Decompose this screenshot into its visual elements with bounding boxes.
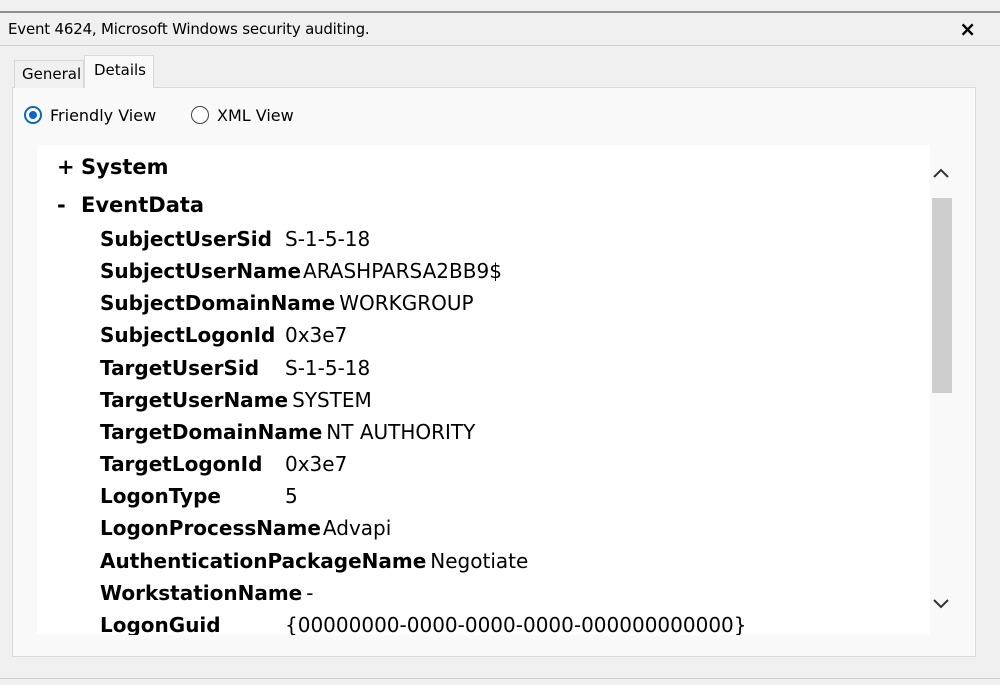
- eventdata-row: SubjectUserName ARASHPARSA2BB9$: [100, 259, 502, 287]
- field-key: TargetUserName: [100, 388, 289, 412]
- eventdata-row: LogonType 5: [100, 484, 298, 512]
- field-value: ARASHPARSA2BB9$: [303, 259, 502, 283]
- field-value: Advapi: [322, 516, 392, 540]
- radio-checked-icon[interactable]: [24, 106, 42, 124]
- field-key: TargetLogonId: [100, 452, 263, 476]
- field-key: WorkstationName: [100, 581, 303, 605]
- xml-view-radio[interactable]: XML View: [191, 104, 294, 126]
- tab-details-label: Details: [94, 61, 147, 79]
- field-key: SubjectUserName: [100, 259, 302, 283]
- field-key: SubjectUserSid: [100, 227, 272, 251]
- friendly-view-label: Friendly View: [50, 105, 157, 125]
- scrollbar-thumb[interactable]: [932, 198, 952, 393]
- field-value: SYSTEM: [292, 388, 372, 412]
- field-key: AuthenticationPackageName: [100, 549, 427, 573]
- eventdata-row: TargetUserSid S-1-5-18: [100, 356, 370, 384]
- field-key: TargetUserSid: [100, 356, 260, 380]
- friendly-view-radio[interactable]: Friendly View: [24, 104, 156, 126]
- field-value: NT AUTHORITY: [326, 420, 476, 444]
- field-value: 5: [285, 484, 298, 508]
- field-value: Negotiate: [430, 549, 529, 573]
- eventdata-row: TargetLogonId 0x3e7: [100, 452, 347, 480]
- eventdata-row: SubjectDomainName WORKGROUP: [100, 291, 474, 319]
- field-value: 0x3e7: [285, 323, 348, 347]
- field-key: LogonGuid: [100, 613, 221, 635]
- eventdata-row: AuthenticationPackageName Negotiate: [100, 549, 528, 577]
- field-value: S-1-5-18: [285, 227, 371, 251]
- field-value: 0x3e7: [285, 452, 348, 476]
- eventdata-row: TargetUserName SYSTEM: [100, 388, 372, 416]
- bottom-divider: [0, 678, 1000, 679]
- event-details-content: + System - EventData SubjectUserSid S-1-5-1…: [37, 145, 930, 635]
- eventdata-row: WorkstationName -: [100, 581, 313, 609]
- vertical-scrollbar[interactable]: [930, 145, 952, 635]
- tab-details[interactable]: Details: [84, 55, 154, 88]
- tree-node-eventdata[interactable]: - EventData: [57, 193, 204, 217]
- top-border: [0, 0, 1000, 13]
- eventdata-row: LogonProcessName Advapi: [100, 516, 391, 544]
- eventdata-row: SubjectLogonId 0x3e7: [100, 323, 347, 351]
- collapse-toggle[interactable]: -: [57, 193, 81, 217]
- field-value: {00000000-0000-0000-0000-000000000000}: [285, 613, 747, 635]
- window-title: Event 4624, Microsoft Windows security a…: [8, 20, 370, 38]
- field-value: WORKGROUP: [339, 291, 474, 315]
- tab-general[interactable]: General: [14, 60, 84, 88]
- field-value: -: [306, 581, 314, 605]
- field-key: LogonProcessName: [100, 516, 321, 540]
- title-bar: Event 4624, Microsoft Windows security a…: [0, 14, 1000, 46]
- eventdata-row: LogonGuid {00000000-0000-0000-0000-000000…: [100, 613, 747, 635]
- field-value: S-1-5-18: [285, 356, 371, 380]
- field-key: SubjectDomainName: [100, 291, 336, 315]
- tree-node-label: EventData: [81, 193, 205, 217]
- eventdata-row: TargetDomainName NT AUTHORITY: [100, 420, 475, 448]
- field-key: TargetDomainName: [100, 420, 323, 444]
- chevron-down-icon[interactable]: [930, 591, 952, 615]
- tree-node-label: System: [81, 155, 169, 179]
- field-key: SubjectLogonId: [100, 323, 276, 347]
- close-icon[interactable]: ×: [959, 18, 976, 40]
- field-key: LogonType: [100, 484, 221, 508]
- radio-unchecked-icon[interactable]: [191, 106, 209, 124]
- tab-general-label: General: [22, 65, 82, 83]
- xml-view-label: XML View: [217, 105, 294, 125]
- expand-toggle[interactable]: +: [57, 155, 81, 179]
- chevron-up-icon[interactable]: [930, 161, 952, 185]
- eventdata-row: SubjectUserSid S-1-5-18: [100, 227, 370, 255]
- tree-node-system[interactable]: + System: [57, 155, 168, 179]
